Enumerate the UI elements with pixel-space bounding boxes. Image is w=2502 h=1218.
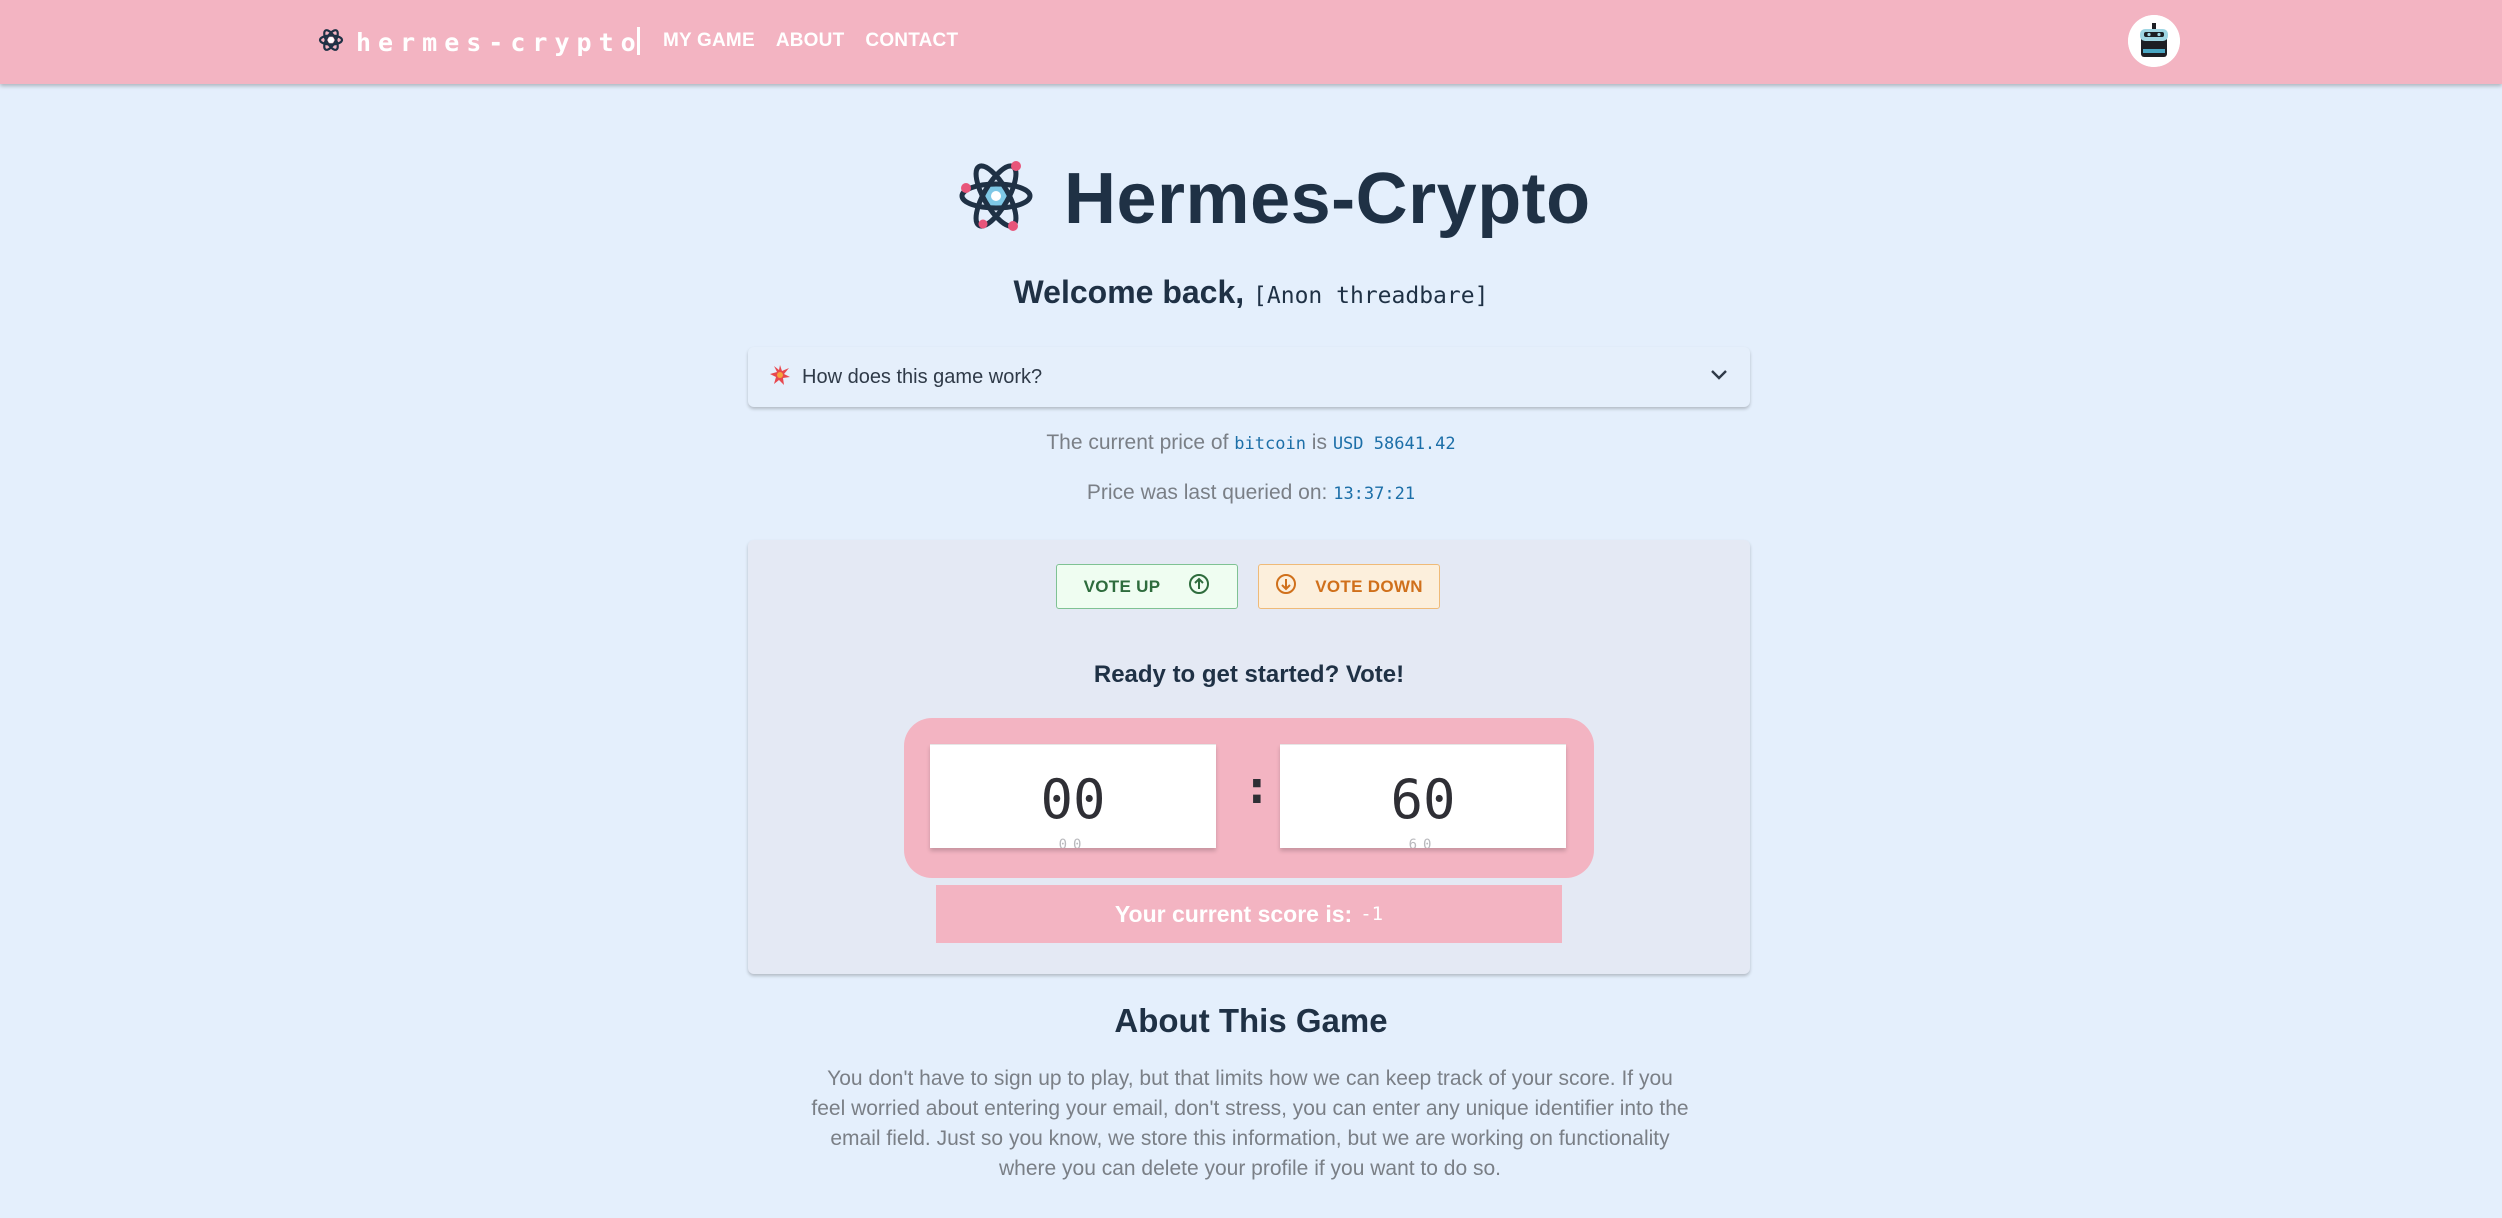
- chevron-down-icon[interactable]: [1710, 368, 1728, 386]
- timer-minutes-card: 00 00: [930, 744, 1216, 848]
- top-navbar: hermes-crypto MY GAME ABOUT CONTACT: [0, 0, 2502, 84]
- timer-seconds: 60: [1390, 768, 1456, 831]
- atom-logo-icon: [318, 27, 344, 58]
- score-bar: Your current score is: -1: [936, 885, 1562, 943]
- current-price-line: The current price of bitcoin is USD 5864…: [0, 428, 2502, 459]
- about-title: About This Game: [1114, 1002, 1388, 1039]
- brand-name: hermes-crypto: [356, 27, 643, 57]
- vote-up-button[interactable]: VOTE UP: [1056, 564, 1238, 609]
- timer-separator: :: [1243, 760, 1271, 814]
- welcome-prefix: Welcome back,: [1013, 274, 1245, 310]
- vote-down-button[interactable]: VOTE DOWN: [1258, 564, 1440, 609]
- about-text: You don't have to sign up to play, but t…: [811, 1067, 1689, 1180]
- nav-link-contact[interactable]: CONTACT: [865, 28, 958, 54]
- sparkle-icon: [770, 364, 790, 390]
- atom-logo-large-icon: [958, 158, 1034, 239]
- hero-heading: Hermes-Crypto: [958, 158, 1591, 239]
- timer-seconds-ghost: 60: [1408, 837, 1438, 848]
- score-value: -1: [1360, 903, 1384, 925]
- page-title: Hermes-Crypto: [1064, 158, 1591, 239]
- vote-down-label: VOTE DOWN: [1315, 576, 1423, 596]
- price-is: is: [1311, 431, 1327, 454]
- user-avatar[interactable]: [2128, 15, 2180, 67]
- score-label: Your current score is:: [1114, 900, 1353, 927]
- arrow-down-circle-icon: [1275, 573, 1297, 600]
- robot-avatar-icon: [2128, 15, 2180, 67]
- coin-name: bitcoin: [1234, 434, 1306, 454]
- price-prefix: The current price of: [1046, 431, 1229, 454]
- query-time-line: Price was last queried on: 13:37:21: [0, 478, 2502, 509]
- how-it-works-accordion[interactable]: How does this game work?: [748, 347, 1750, 407]
- game-panel: VOTE UP VOTE DOWN Ready to get started? …: [748, 540, 1750, 974]
- ready-prompt: Ready to get started? Vote!: [1093, 661, 1405, 688]
- timer-seconds-card: 60 60: [1280, 744, 1566, 848]
- nav-link-my-game[interactable]: MY GAME: [663, 28, 755, 54]
- timer-minutes-ghost: 00: [1058, 837, 1088, 848]
- arrow-up-circle-icon: [1188, 573, 1210, 600]
- nav-links: MY GAME ABOUT CONTACT: [663, 28, 958, 54]
- brand-link[interactable]: hermes-crypto: [318, 26, 643, 58]
- nav-link-about[interactable]: ABOUT: [776, 28, 845, 54]
- flip-divider: [1280, 744, 1566, 745]
- nav-divider: [637, 27, 640, 55]
- vote-up-label: VOTE UP: [1083, 576, 1161, 596]
- username: [Anon threadbare]: [1253, 283, 1489, 309]
- price-value: USD 58641.42: [1332, 434, 1456, 454]
- query-label: Price was last queried on:: [1086, 481, 1328, 504]
- query-time: 13:37:21: [1333, 484, 1416, 504]
- welcome-message: Welcome back, [Anon threadbare]: [0, 270, 2502, 318]
- accordion-label: How does this game work?: [802, 365, 1043, 388]
- timer-minutes: 00: [1040, 768, 1106, 831]
- countdown-timer: 00 00 : 60 60: [904, 718, 1594, 878]
- flip-divider: [930, 744, 1216, 745]
